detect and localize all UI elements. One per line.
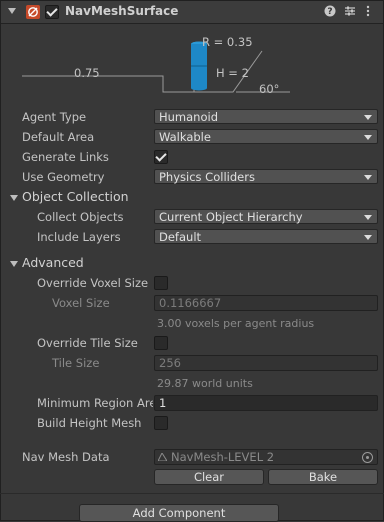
agent-type-dropdown[interactable]: Humanoid [154,109,378,124]
advanced-foldout-icon[interactable] [10,261,18,267]
tile-size-label: Tile Size [52,356,100,370]
component-header[interactable]: NavMeshSurface ? [1,1,383,24]
add-component-button[interactable]: Add Component [79,504,279,522]
chevron-down-icon [364,215,372,220]
component-title: NavMeshSurface [65,4,179,18]
include-layers-label: Include Layers [37,230,121,244]
override-tile-size-checkbox[interactable] [154,336,168,350]
svg-text:?: ? [327,7,332,17]
include-layers-dropdown[interactable]: Default [154,229,378,244]
object-collection-foldout-icon[interactable] [10,195,18,201]
help-icon[interactable]: ? [324,5,336,20]
component-enabled-checkbox[interactable] [45,5,59,19]
navmesh-surface-icon [26,5,40,19]
agent-type-label: Agent Type [22,110,87,124]
chevron-down-icon [364,175,372,180]
generate-links-label: Generate Links [22,150,109,164]
default-area-label: Default Area [22,130,95,144]
agent-type-value: Humanoid [159,110,219,124]
object-collection-header[interactable]: Object Collection [22,189,129,204]
build-height-mesh-label: Build Height Mesh [37,416,142,430]
step-height-label: 0.75 [74,66,100,80]
max-slope-label: 60° [259,82,280,96]
chevron-down-icon [364,115,372,120]
tile-size-field[interactable]: 256 [154,355,378,371]
chevron-down-icon [364,235,372,240]
radius-label: R = 0.35 [202,35,253,49]
generate-links-checkbox[interactable] [154,150,168,164]
use-geometry-dropdown[interactable]: Physics Colliders [154,169,378,184]
clear-button[interactable]: Clear [154,469,264,485]
override-tile-size-label: Override Tile Size [37,336,138,350]
override-voxel-size-label: Override Voxel Size [37,276,149,290]
preset-icon[interactable] [344,5,356,20]
use-geometry-label: Use Geometry [22,170,105,184]
divider [0,493,384,494]
chevron-down-icon [364,135,372,140]
override-voxel-size-checkbox[interactable] [154,276,168,290]
include-layers-value: Default [159,230,202,244]
kebab-menu-icon[interactable] [365,5,371,20]
object-picker-icon[interactable] [362,452,373,463]
nav-mesh-data-field[interactable]: NavMesh-LEVEL 2 [154,449,378,465]
voxel-size-hint: 3.00 voxels per agent radius [157,317,315,330]
tile-size-hint: 29.87 world units [157,377,253,390]
default-area-value: Walkable [159,130,211,144]
min-region-area-label: Minimum Region Area [37,396,153,410]
default-area-dropdown[interactable]: Walkable [154,129,378,144]
nav-mesh-data-value: NavMesh-LEVEL 2 [171,450,275,464]
use-geometry-value: Physics Colliders [159,170,255,184]
min-region-area-label-clip: Minimum Region Area [37,396,153,410]
agent-diagram [22,41,290,93]
min-region-area-field[interactable]: 1 [154,395,378,411]
voxel-size-field[interactable]: 0.1166667 [154,295,378,311]
collect-objects-dropdown[interactable]: Current Object Hierarchy [154,209,378,224]
nav-mesh-data-label: Nav Mesh Data [22,450,110,464]
bake-button[interactable]: Bake [268,469,378,485]
navmesh-asset-icon [158,453,167,461]
foldout-arrow-icon[interactable] [8,8,16,14]
advanced-header[interactable]: Advanced [22,255,84,270]
build-height-mesh-checkbox[interactable] [154,416,168,430]
collect-objects-label: Collect Objects [37,210,124,224]
voxel-size-label: Voxel Size [52,296,110,310]
collect-objects-value: Current Object Hierarchy [159,210,303,224]
height-label: H = 2 [216,66,249,80]
